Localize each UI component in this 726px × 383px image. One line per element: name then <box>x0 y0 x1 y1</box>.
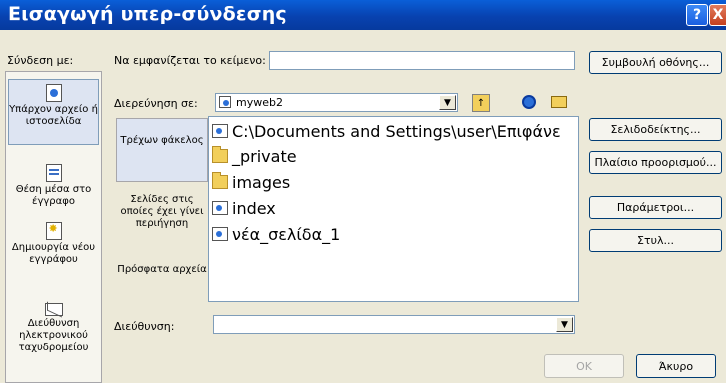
file-name: index <box>232 198 276 218</box>
close-button[interactable]: X <box>709 4 726 26</box>
look-in-value: myweb2 <box>236 96 283 109</box>
help-button[interactable]: ? <box>686 4 708 26</box>
file-name: νέα_σελίδα_1 <box>232 224 341 244</box>
address-label: Διεύθυνση: <box>114 320 175 333</box>
file-name: C:\Documents and Settings\user\Επιφάνε <box>232 121 561 141</box>
browse-web-icon[interactable] <box>520 93 538 111</box>
current-folder-item[interactable]: Τρέχων φάκελος <box>116 118 208 182</box>
title-bar: Εισαγωγή υπερ-σύνδεσης ? X <box>0 0 726 30</box>
link-place-in-document[interactable]: Θέση μέσα στο έγγραφο <box>8 164 99 208</box>
file-list[interactable]: C:\Documents and Settings\user\Επιφάνε _… <box>208 116 579 302</box>
web-page-icon <box>212 201 228 215</box>
chevron-down-icon[interactable]: ▼ <box>439 95 456 110</box>
address-input[interactable]: ▼ <box>213 315 575 334</box>
email-icon <box>44 303 63 316</box>
parameters-button[interactable]: Παράμετροι... <box>589 196 722 219</box>
look-in-label: Διερεύνηση σε: <box>114 97 198 110</box>
text-to-display-input[interactable] <box>269 51 575 70</box>
folder-icon <box>212 172 228 189</box>
dialog-title: Εισαγωγή υπερ-σύνδεσης <box>8 3 287 25</box>
place-in-document-icon <box>45 164 62 182</box>
web-folder-icon <box>219 96 231 108</box>
link-email-address[interactable]: Διεύθυνση ηλεκτρονικού ταχυδρομείου <box>8 300 99 362</box>
web-page-icon <box>212 227 228 241</box>
list-item[interactable]: νέα_σελίδα_1 <box>212 223 340 245</box>
text-to-display-label: Να εμφανίζεται το κείμενο: <box>114 54 266 67</box>
ok-button[interactable]: OK <box>544 354 624 378</box>
screentip-button[interactable]: Συμβουλή οθόνης... <box>589 51 722 74</box>
list-item[interactable]: images <box>212 171 290 193</box>
bookmark-button[interactable]: Σελιδοδείκτης... <box>589 118 722 141</box>
style-button[interactable]: Στυλ... <box>589 229 722 252</box>
link-to-bar: Υπάρχον αρχείο ή ιστοσελίδα Θέση μέσα στ… <box>5 71 102 383</box>
up-one-folder-icon[interactable]: ↑ <box>472 94 490 112</box>
link-new-document[interactable]: Δημιουργία νέου εγγράφου <box>8 222 99 282</box>
list-item[interactable]: _private <box>212 145 297 167</box>
look-in-pane: Τρέχων φάκελος Σελίδες στις οποίες έχει … <box>116 118 208 302</box>
browsed-pages-item[interactable]: Σελίδες στις οποίες έχει γίνει περιήγηση <box>116 190 208 250</box>
list-item[interactable]: index <box>212 197 276 219</box>
browse-file-icon[interactable] <box>550 93 568 111</box>
target-frame-button[interactable]: Πλαίσιο προορισμού... <box>589 151 722 174</box>
recent-files-item[interactable]: Πρόσφατα αρχεία <box>116 264 208 300</box>
folder-icon <box>212 146 228 163</box>
link-place-in-document-label: Θέση μέσα στο έγγραφο <box>15 184 92 207</box>
new-document-icon <box>45 222 62 240</box>
file-name: images <box>232 172 291 192</box>
link-new-document-label: Δημιουργία νέου εγγράφου <box>11 242 96 265</box>
link-existing-file[interactable]: Υπάρχον αρχείο ή ιστοσελίδα <box>8 79 99 145</box>
list-item[interactable]: C:\Documents and Settings\user\Επιφάνε <box>212 120 561 142</box>
link-existing-file-label: Υπάρχον αρχείο ή ιστοσελίδα <box>9 104 98 127</box>
existing-file-icon <box>45 84 62 102</box>
link-email-address-label: Διεύθυνση ηλεκτρονικού ταχυδρομείου <box>18 318 89 353</box>
chevron-down-icon[interactable]: ▼ <box>556 317 573 332</box>
file-name: _private <box>232 146 297 166</box>
web-page-icon <box>212 124 228 138</box>
look-in-select[interactable]: myweb2 ▼ <box>215 93 458 112</box>
link-to-label: Σύνδεση με: <box>7 54 74 67</box>
cancel-button[interactable]: Άκυρο <box>636 354 716 378</box>
